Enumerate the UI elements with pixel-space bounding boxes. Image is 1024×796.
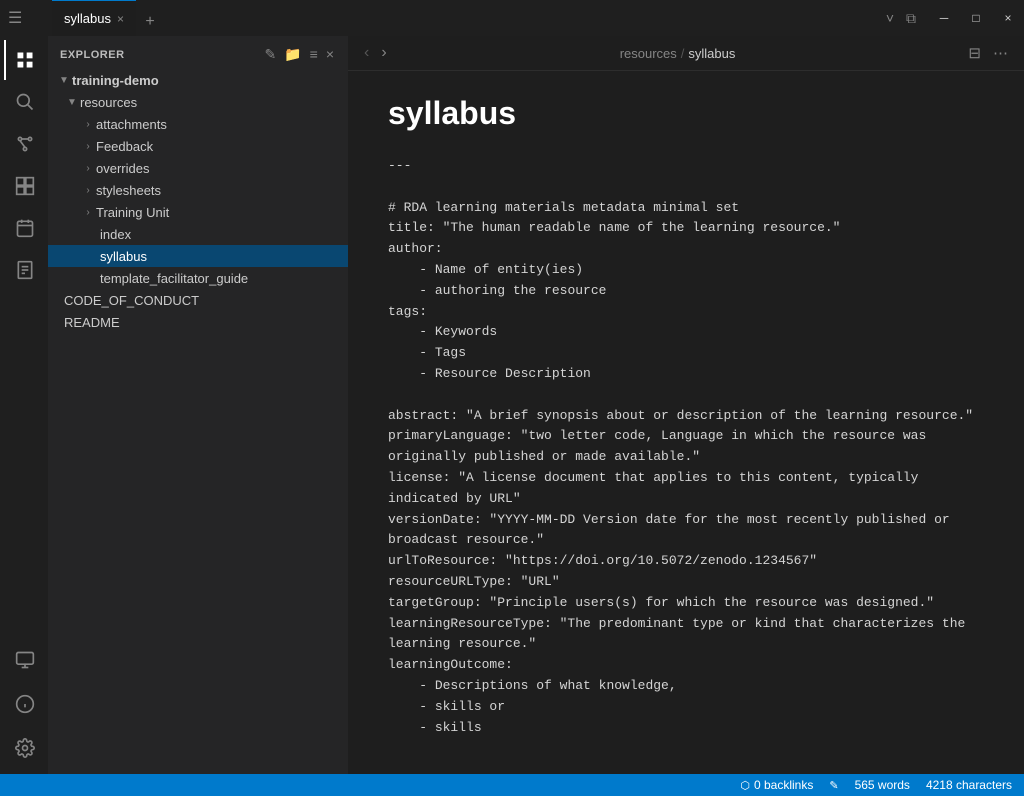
window-controls: ─ □ × [928, 0, 1024, 36]
settings-activity-icon[interactable] [4, 728, 44, 768]
calendar-activity-icon[interactable] [4, 208, 44, 248]
editor-content[interactable]: syllabus --- # RDA learning materials me… [348, 71, 1024, 774]
main-area: Explorer ✎ 📁 ≡ × ▼ training-demo ▼ resou… [0, 36, 1024, 774]
feedback-arrow: › [80, 138, 96, 154]
stylesheets-arrow: › [80, 182, 96, 198]
tree-item-overrides[interactable]: › overrides [48, 157, 348, 179]
editor-area: ‹ › resources / syllabus ⊟ ⋯ syllabus --… [348, 36, 1024, 774]
tree-item-stylesheets[interactable]: › stylesheets [48, 179, 348, 201]
words-status[interactable]: 565 words [855, 778, 910, 792]
coc-label: CODE_OF_CONDUCT [64, 293, 199, 308]
backlinks-icon: ⬡ [740, 779, 750, 792]
sidebar-actions: ✎ 📁 ≡ × [262, 44, 336, 65]
sidebar-header: Explorer ✎ 📁 ≡ × [48, 36, 348, 69]
root-label: training-demo [72, 73, 159, 88]
title-bar: ☰ syllabus × + ˅ ⧉ ─ □ × [0, 0, 1024, 36]
activity-bar-bottom [4, 640, 44, 770]
backlinks-count: 0 backlinks [754, 778, 813, 792]
tab-syllabus[interactable]: syllabus × [52, 0, 136, 36]
edit-status[interactable]: ✎ [829, 779, 838, 792]
tree-item-index[interactable]: index [48, 223, 348, 245]
backlinks-status[interactable]: ⬡ 0 backlinks [740, 778, 813, 792]
edit-icon: ✎ [829, 779, 838, 792]
editor-actions: ⊟ ⋯ [964, 42, 1012, 64]
document-title: syllabus [388, 95, 984, 132]
editor-toolbar: ‹ › resources / syllabus ⊟ ⋯ [348, 36, 1024, 71]
extensions-activity-icon[interactable] [4, 166, 44, 206]
tree-item-syllabus[interactable]: syllabus [48, 245, 348, 267]
tree-item-readme[interactable]: README [48, 311, 348, 333]
new-folder-action[interactable]: 📁 [282, 44, 303, 65]
root-arrow: ▼ [56, 72, 72, 88]
breadcrumb: resources / syllabus [620, 46, 736, 61]
tree-item-template[interactable]: template_facilitator_guide [48, 267, 348, 289]
tabs-area: syllabus × + [52, 0, 874, 36]
nav-forward-button[interactable]: › [377, 42, 390, 64]
feedback-label: Feedback [96, 139, 153, 154]
source-control-activity-icon[interactable] [4, 124, 44, 164]
split-editor-icon[interactable]: ⊟ [964, 42, 985, 64]
attachments-arrow: › [80, 116, 96, 132]
maximize-button[interactable]: □ [960, 0, 992, 36]
close-button[interactable]: × [992, 0, 1024, 36]
overrides-arrow: › [80, 160, 96, 176]
remote-activity-icon[interactable] [4, 640, 44, 680]
breadcrumb-path[interactable]: resources [620, 46, 677, 61]
breadcrumb-current[interactable]: syllabus [688, 46, 735, 61]
new-file-action[interactable]: ✎ [262, 44, 278, 65]
tab-add-button[interactable]: + [136, 8, 164, 36]
tree-item-coc[interactable]: CODE_OF_CONDUCT [48, 289, 348, 311]
tree-root[interactable]: ▼ training-demo [48, 69, 348, 91]
sort-action[interactable]: ≡ [308, 44, 320, 65]
explorer-activity-icon[interactable] [4, 40, 44, 80]
chars-status[interactable]: 4218 characters [926, 778, 1012, 792]
editor-nav: ‹ › [360, 42, 391, 64]
chars-count: 4218 characters [926, 778, 1012, 792]
template-label: template_facilitator_guide [100, 271, 248, 286]
tree-item-resources[interactable]: ▼ resources [48, 91, 348, 113]
overrides-label: overrides [96, 161, 149, 176]
tree-item-attachments[interactable]: › attachments [48, 113, 348, 135]
split-icon[interactable]: ⧉ [902, 8, 920, 29]
search-activity-icon[interactable] [4, 82, 44, 122]
pages-activity-icon[interactable] [4, 250, 44, 290]
nav-back-button[interactable]: ‹ [360, 42, 373, 64]
syllabus-label: syllabus [100, 249, 147, 264]
tab-label: syllabus [64, 11, 111, 26]
minimize-button[interactable]: ─ [928, 0, 960, 36]
sidebar-title: Explorer [60, 49, 125, 61]
tree-item-feedback[interactable]: › Feedback [48, 135, 348, 157]
document-body: --- # RDA learning materials metadata mi… [388, 156, 984, 738]
more-actions-icon[interactable]: ⋯ [989, 42, 1012, 64]
tab-close-icon[interactable]: × [117, 12, 124, 26]
training-unit-label: Training Unit [96, 205, 169, 220]
training-unit-arrow: › [80, 204, 96, 220]
breadcrumb-separator: / [681, 46, 685, 61]
title-bar-left: ☰ [0, 8, 52, 28]
index-label: index [100, 227, 131, 242]
resources-label: resources [80, 95, 137, 110]
chevron-icon[interactable]: ˅ [882, 8, 898, 28]
tree-item-training-unit[interactable]: › Training Unit [48, 201, 348, 223]
menu-icon[interactable]: ☰ [8, 8, 22, 28]
sidebar-content: ▼ training-demo ▼ resources › attachment… [48, 69, 348, 774]
resources-arrow: ▼ [64, 94, 80, 110]
attachments-label: attachments [96, 117, 167, 132]
help-activity-icon[interactable] [4, 684, 44, 724]
title-bar-right: ˅ ⧉ [874, 8, 928, 29]
sidebar: Explorer ✎ 📁 ≡ × ▼ training-demo ▼ resou… [48, 36, 348, 774]
collapse-action[interactable]: × [324, 44, 336, 65]
stylesheets-label: stylesheets [96, 183, 161, 198]
activity-bar [0, 36, 48, 774]
readme-label: README [64, 315, 120, 330]
status-bar: ⬡ 0 backlinks ✎ 565 words 4218 character… [0, 774, 1024, 796]
words-count: 565 words [855, 778, 910, 792]
